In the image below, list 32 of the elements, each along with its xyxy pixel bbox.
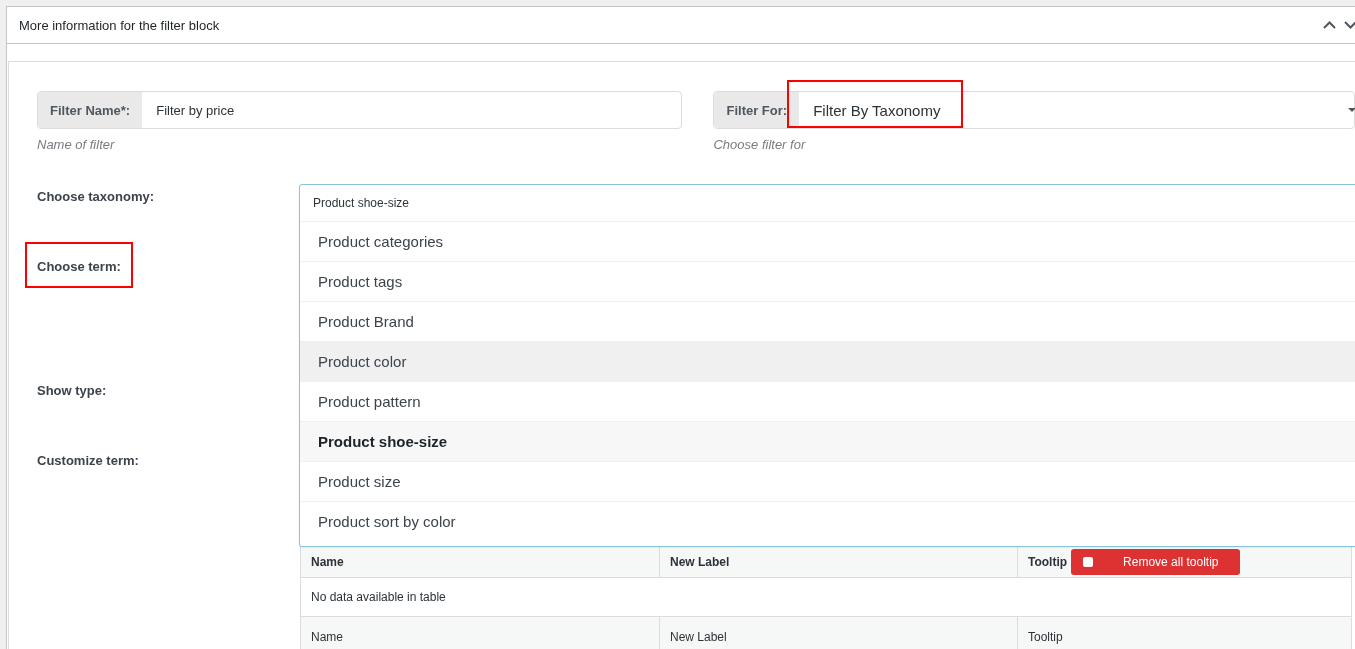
- dropdown-option[interactable]: Product categories: [300, 222, 1355, 262]
- filter-for-select[interactable]: Filter For: Filter By Taxonomy: [713, 91, 1355, 129]
- taxonomy-dropdown[interactable]: Product shoe-size Product categories Product tags Product Brand Product color Product pattern Product shoe-size Product size Product sort by color: [299, 184, 1355, 547]
- chevron-up-icon[interactable]: [1323, 21, 1336, 29]
- caret-icon: [1348, 108, 1355, 113]
- field-label: Choose taxonomy:: [37, 188, 155, 206]
- column-header: New Label: [670, 554, 730, 569]
- field-label: Show type:: [37, 382, 108, 400]
- filter-name-field[interactable]: Filter Name*: Filter by price: [37, 91, 683, 129]
- dropdown-option[interactable]: Product size: [300, 462, 1355, 502]
- highlighted-field-label: Choose term:: [25, 242, 133, 288]
- field-hint: Choose filter for: [713, 137, 807, 152]
- column-header: Tooltip: [1028, 554, 1068, 569]
- column-header: Name: [311, 554, 344, 569]
- field-label: Filter For:: [714, 92, 800, 128]
- chevron-down-icon[interactable]: [1344, 21, 1355, 29]
- checkbox[interactable]: [1083, 556, 1094, 567]
- column-footer: Name: [311, 630, 343, 644]
- field-value: Filter by price: [155, 101, 236, 120]
- dropdown-option[interactable]: Product color: [300, 342, 1355, 382]
- field-label: Filter Name*:: [38, 92, 143, 128]
- remove-tooltip-button[interactable]: Remove all tooltip: [1071, 548, 1241, 575]
- dropdown-option[interactable]: Product sort by color: [300, 502, 1355, 541]
- panel-title: More information for the filter block: [19, 17, 221, 33]
- dropdown-value: Product shoe-size: [300, 185, 1355, 222]
- column-footer: New Label: [670, 630, 727, 644]
- column-footer: Tooltip: [1028, 630, 1063, 644]
- field-hint: Name of filter: [37, 137, 116, 152]
- dropdown-option[interactable]: Product tags: [300, 262, 1355, 302]
- field-label: Customize term:: [37, 452, 140, 470]
- dropdown-option[interactable]: Product shoe-size: [300, 422, 1355, 462]
- field-value: Filter By Taxonomy: [812, 100, 942, 121]
